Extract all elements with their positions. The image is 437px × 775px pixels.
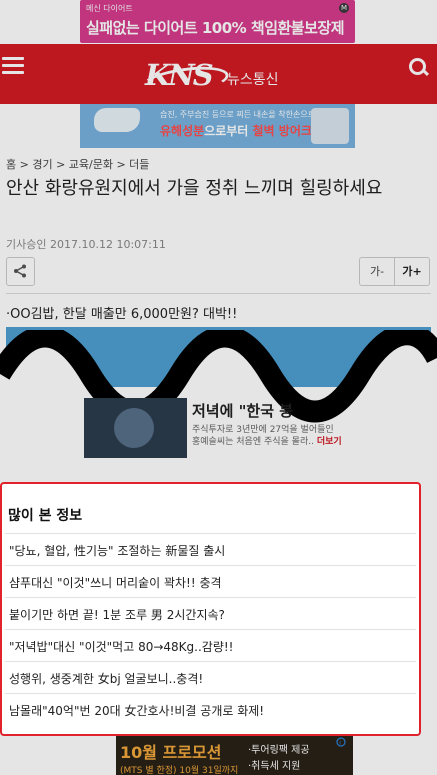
popular-item[interactable]: 샴푸대신 "이것"쓰니 머리숱이 꽉차!! 충격 [9, 574, 222, 591]
top-ad-banner[interactable]: 메신 다이어트 실패없는 다이어트 100% 책임환불보장제 M [80, 0, 355, 43]
article-headline: 안산 화랑유원지에서 가을 정취 느끼며 힐링하세요 [6, 178, 383, 199]
article-meta: 기사승인 2017.10.12 10:07:11 [6, 238, 166, 251]
ad-badge-icon: M [339, 3, 349, 13]
top-ad-headline: 실패없는 다이어트 100% 책임환불보장제 [86, 19, 345, 37]
font-increase-button[interactable]: 가+ [394, 258, 429, 285]
bottom-ad-headline: 10월 프로모션 [120, 743, 222, 762]
hamburger-menu-icon[interactable] [2, 57, 24, 75]
site-header: KNS 뉴스통신 [0, 44, 437, 104]
panel-title: 많이 본 정보 [8, 508, 83, 524]
font-size-controls: 가- 가+ [359, 257, 430, 286]
product-image [311, 108, 349, 144]
popular-info-panel: 많이 본 정보 "당뇨, 혈압, 性기능" 조절하는 新물질 출시 샴푸대신 "… [0, 482, 421, 736]
bottom-ad-banner[interactable]: 10월 프로모션 (MTS 별 한정) 10월 31일까지 ·투어링팩 제공 ·… [116, 735, 353, 775]
cream-ad-banner[interactable]: 습진, 주부습진 등으로 찌든 내손을 착한손으로 거~땡! 유해성분으로부터 … [80, 104, 355, 148]
divider [5, 629, 416, 630]
stock-ad[interactable]: 저녁에 "한국 붕 주식투자로 3년만에 27억을 벌어들인 홍예슬씨는 처음엔… [84, 398, 354, 458]
divider [5, 693, 416, 694]
popular-item[interactable]: 붙이기만 하면 끝! 1분 조루 男 2시간지속? [9, 606, 225, 623]
bottom-ad-feature-2: ·취득세 지원 [248, 761, 301, 772]
logo-text: KNS [145, 58, 214, 92]
stock-ad-image [84, 398, 187, 458]
brand-name: 뉴스통신 [227, 72, 279, 88]
divider [5, 661, 416, 662]
search-icon[interactable] [409, 58, 430, 78]
top-ad-small-text: 메신 다이어트 [86, 4, 133, 13]
divider [5, 533, 416, 534]
stock-ad-desc-2: 홍예슬씨는 처음엔 주식을 몰라.. 더보기 [192, 437, 342, 447]
more-link[interactable]: 더보기 [317, 437, 342, 447]
promo-link[interactable]: ·OO김밥, 한달 매출만 6,000만원? 대박!! [6, 303, 237, 322]
bottom-ad-subtext: (MTS 별 한정) 10월 31일까지 [120, 766, 239, 775]
font-decrease-button[interactable]: 가- [360, 258, 394, 285]
popular-item[interactable]: 남몰래"40억"번 20대 女간호사!비결 공개로 화제! [9, 702, 264, 719]
hand-image [94, 108, 140, 132]
divider [5, 565, 416, 566]
cream-ad-headline: 유해성분으로부터 철벽 방어크림 [160, 124, 323, 138]
ad-choices-icon[interactable]: i [336, 737, 350, 747]
popular-item[interactable]: "당뇨, 혈압, 性기능" 조절하는 新물질 출시 [9, 542, 225, 559]
popular-item[interactable]: 성행위, 생중계한 女bj 얼굴보니..충격! [9, 670, 203, 687]
breadcrumb[interactable]: 홈 > 경기 > 교육/문화 > 더들 [6, 156, 149, 172]
stock-ad-title: 저녁에 "한국 붕 [192, 402, 294, 420]
popular-item[interactable]: "저녁밥"대신 "이것"먹고 80→48Kg..감량!! [9, 638, 233, 655]
share-button[interactable] [6, 257, 35, 286]
bottom-ad-feature-1: ·투어링팩 제공 [248, 745, 310, 756]
divider [6, 293, 431, 294]
divider [5, 597, 416, 598]
share-icon [14, 264, 26, 278]
